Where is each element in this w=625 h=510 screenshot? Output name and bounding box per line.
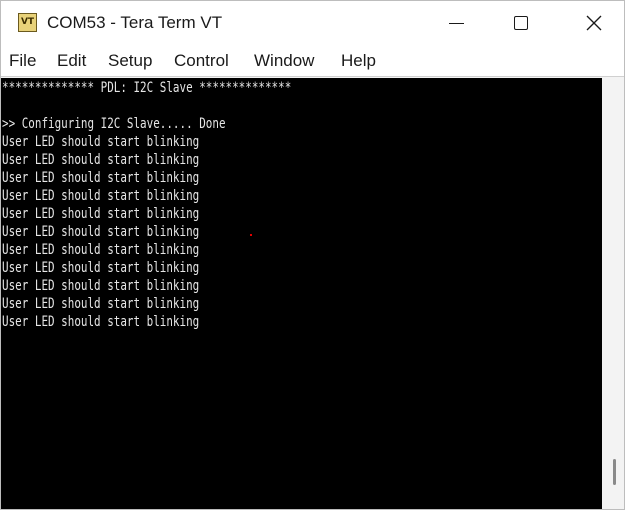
menu-control[interactable]: Control <box>174 51 229 71</box>
terminal-line: User LED should start blinking <box>2 188 200 204</box>
tera-term-icon[interactable]: VT <box>18 13 37 32</box>
terminal-line: >> Configuring I2C Slave..... Done <box>2 116 226 132</box>
close-icon <box>586 15 602 31</box>
terminal-line: User LED should start blinking <box>2 170 200 186</box>
menu-file[interactable]: File <box>9 51 36 71</box>
close-button[interactable] <box>571 1 617 45</box>
terminal-line: User LED should start blinking <box>2 152 200 168</box>
scrollbar-thumb[interactable] <box>613 459 616 485</box>
minimize-button[interactable] <box>433 1 479 45</box>
terminal-line: User LED should start blinking <box>2 296 200 312</box>
maximize-icon <box>514 16 528 30</box>
tera-term-window: VT COM53 - Tera Term VT File Edit Setup … <box>0 0 625 510</box>
terminal-line: User LED should start blinking <box>2 242 200 258</box>
vertical-scrollbar[interactable] <box>602 78 624 509</box>
terminal-cursor <box>250 234 252 236</box>
minimize-icon <box>449 23 464 24</box>
menu-edit[interactable]: Edit <box>57 51 86 71</box>
window-title: COM53 - Tera Term VT <box>47 13 223 32</box>
terminal-output[interactable]: ************** PDL: I2C Slave **********… <box>1 78 602 509</box>
menu-setup[interactable]: Setup <box>108 51 152 71</box>
terminal-line: User LED should start blinking <box>2 260 200 276</box>
terminal-line: ************** PDL: I2C Slave **********… <box>2 80 292 96</box>
menu-bar: File Edit Setup Control Window Help <box>1 45 624 77</box>
maximize-button[interactable] <box>499 1 545 45</box>
terminal-line: User LED should start blinking <box>2 134 200 150</box>
terminal-line: User LED should start blinking <box>2 314 200 330</box>
menu-window[interactable]: Window <box>254 51 314 71</box>
title-bar[interactable]: VT COM53 - Tera Term VT <box>1 1 624 45</box>
menu-help[interactable]: Help <box>341 51 376 71</box>
terminal-line: User LED should start blinking <box>2 278 200 294</box>
terminal-line: User LED should start blinking <box>2 206 200 222</box>
terminal-line: User LED should start blinking <box>2 224 200 240</box>
